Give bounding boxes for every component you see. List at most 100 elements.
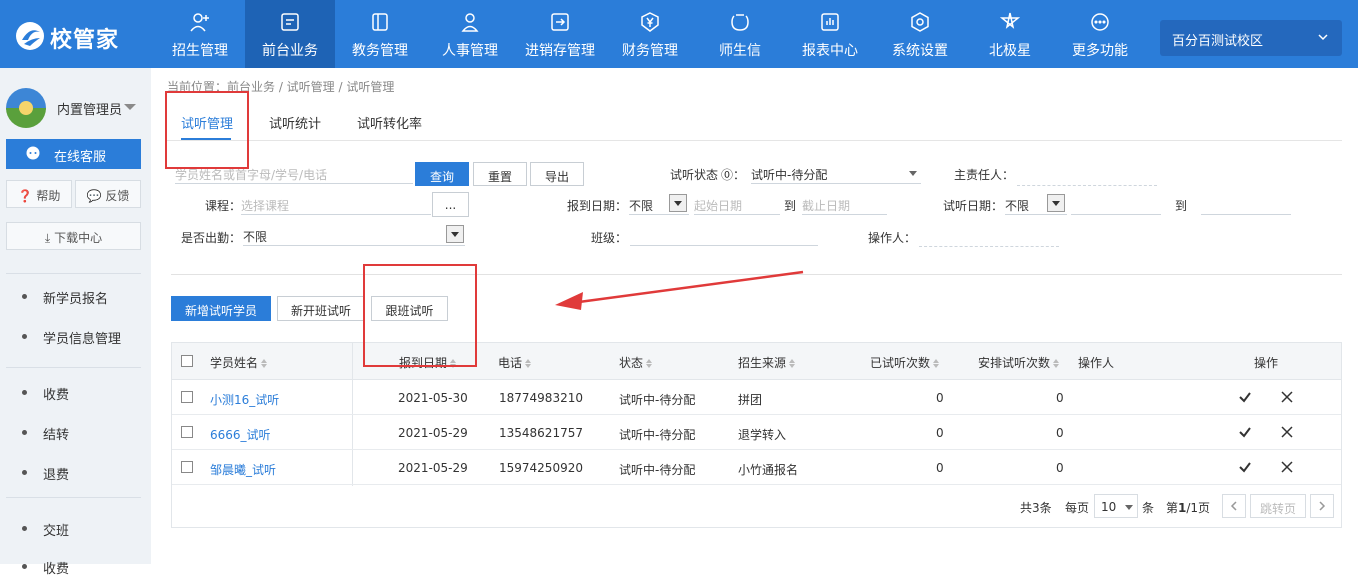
column-header-phone[interactable]: 电话 <box>498 354 532 371</box>
owner-input[interactable] <box>1017 164 1157 186</box>
export-button[interactable]: 导出 <box>530 162 584 186</box>
owner-label: 主责任人： <box>954 168 1015 182</box>
dropdown-arrow-icon[interactable] <box>1047 194 1065 212</box>
class-input[interactable] <box>630 224 818 246</box>
status-select[interactable]: 试听中-待分配 <box>751 162 921 184</box>
nav-label: 北极星 <box>989 43 1031 59</box>
source: 拼团 <box>738 393 763 407</box>
brand-name: 校管家 <box>50 28 120 53</box>
tab-trial-conversion[interactable]: 试听转化率 <box>357 113 422 132</box>
student-name-link[interactable]: 6666_试听 <box>210 426 271 443</box>
nav-label: 人事管理 <box>442 43 498 59</box>
help-button[interactable]: ❓ 帮助 <box>6 180 72 208</box>
column-header-operator: 操作人 <box>1078 356 1115 370</box>
table-row: 6666_试听 2021-05-29 13548621757 试听中-待分配 退… <box>172 415 1341 450</box>
nav-front-desk[interactable]: 前台业务 <box>245 0 335 68</box>
course-input[interactable]: 选择课程 <box>241 193 431 215</box>
student-name-link[interactable]: 小测16_试听 <box>210 391 279 408</box>
sidebar: 内置管理员 在线客服 ❓ 帮助 💬 反馈 ⤓ 下载中心 新学员报名 学员信息管理… <box>0 68 151 577</box>
nav-label: 更多功能 <box>1072 43 1128 59</box>
per-page-select[interactable]: 10 <box>1094 494 1138 518</box>
check-icon[interactable] <box>1238 390 1252 404</box>
operator-input[interactable] <box>919 225 1059 247</box>
caret-down-icon[interactable] <box>124 104 136 110</box>
nav-inventory[interactable]: 进销存管理 <box>515 0 605 68</box>
trial-end-date-input[interactable] <box>1201 193 1291 215</box>
column-header-status[interactable]: 状态 <box>619 354 653 371</box>
help-label: 帮助 <box>36 189 61 203</box>
download-center-button[interactable]: ⤓ 下载中心 <box>6 222 141 250</box>
row-checkbox[interactable] <box>181 461 193 473</box>
chat-icon <box>26 146 40 160</box>
row-checkbox[interactable] <box>181 426 193 438</box>
divider <box>167 140 1342 141</box>
new-class-trial-button[interactable]: 新开班试听 <box>277 296 365 321</box>
nav-finance[interactable]: 财务管理 <box>605 0 695 68</box>
sidebar-item-label: 结转 <box>43 428 70 443</box>
help-circle-icon[interactable]: ⓪： <box>721 166 745 183</box>
scheduled-count: 0 <box>1056 391 1064 405</box>
add-trial-student-button[interactable]: 新增试听学员 <box>171 296 271 321</box>
per-page-unit: 条 <box>1142 501 1155 515</box>
nav-messages[interactable]: 师生信 <box>695 0 785 68</box>
status-label: 试听状态 <box>670 168 719 182</box>
class-label: 班级： <box>591 231 628 245</box>
row-checkbox[interactable] <box>181 391 193 403</box>
column-header-scheduled[interactable]: 安排试听次数 <box>978 354 1060 371</box>
prev-page-button[interactable] <box>1222 494 1246 518</box>
online-service-button[interactable]: 在线客服 <box>6 139 141 169</box>
check-icon[interactable] <box>1238 460 1252 474</box>
nav-academic[interactable]: 教务管理 <box>335 0 425 68</box>
close-icon[interactable] <box>1280 460 1294 474</box>
nav-label: 师生信 <box>719 43 761 59</box>
to-label: 到 <box>784 199 797 213</box>
end-date-input[interactable]: 截止日期 <box>802 193 887 215</box>
column-header-attended[interactable]: 已试听次数 <box>870 354 940 371</box>
query-button[interactable]: 查询 <box>415 162 469 186</box>
start-date-input[interactable]: 起始日期 <box>694 193 780 215</box>
tab-trial-statistics[interactable]: 试听统计 <box>269 113 321 132</box>
sidebar-item-label: 收费 <box>43 388 70 403</box>
avatar-image <box>6 88 46 128</box>
caret-down-icon <box>1125 505 1133 510</box>
sort-icon <box>646 359 653 368</box>
operator-label: 操作人： <box>868 231 917 245</box>
user-name[interactable]: 内置管理员 <box>57 99 122 118</box>
check-icon[interactable] <box>1238 425 1252 439</box>
report-date: 2021-05-29 <box>398 461 468 475</box>
next-page-button[interactable] <box>1310 494 1334 518</box>
dropdown-arrow-icon[interactable] <box>669 194 687 212</box>
nav-hr[interactable]: 人事管理 <box>425 0 515 68</box>
trial-start-date-input[interactable] <box>1071 193 1161 215</box>
dropdown-arrow-icon[interactable] <box>446 225 464 243</box>
attendance-select[interactable]: 不限 <box>243 224 465 246</box>
student-name-link[interactable]: 邹晨曦_试听 <box>210 461 276 478</box>
feedback-button[interactable]: 💬 反馈 <box>75 180 141 208</box>
close-icon[interactable] <box>1280 390 1294 404</box>
column-header-source[interactable]: 招生来源 <box>738 354 796 371</box>
table-row: 邹晨曦_试听 2021-05-29 15974250920 试听中-待分配 小竹… <box>172 450 1341 485</box>
campus-selector[interactable]: 百分百测试校区 <box>1160 20 1342 56</box>
annotation-box <box>165 91 249 169</box>
close-icon[interactable] <box>1280 425 1294 439</box>
jump-page-input[interactable]: 跳转页 <box>1250 494 1306 518</box>
nav-reports[interactable]: 报表中心 <box>785 0 875 68</box>
avatar[interactable] <box>6 88 46 128</box>
course-picker-button[interactable]: ... <box>432 192 469 217</box>
desk-icon <box>281 13 299 31</box>
report-date: 2021-05-30 <box>398 391 468 405</box>
nav-label: 报表中心 <box>802 43 858 59</box>
reset-button[interactable]: 重置 <box>473 162 527 186</box>
phone: 15974250920 <box>499 461 583 475</box>
online-service-label: 在线客服 <box>54 150 107 165</box>
sort-icon <box>933 359 940 368</box>
nav-more[interactable]: 更多功能 <box>1055 0 1145 68</box>
nav-recruitment[interactable]: 招生管理 <box>155 0 245 68</box>
select-all-checkbox[interactable] <box>181 355 193 367</box>
attended-count: 0 <box>936 426 944 440</box>
status: 试听中-待分配 <box>619 393 696 407</box>
column-header-name[interactable]: 学员姓名 <box>210 354 268 371</box>
sort-icon <box>525 359 532 368</box>
nav-polaris[interactable]: 北极星 <box>965 0 1055 68</box>
nav-settings[interactable]: 系统设置 <box>875 0 965 68</box>
